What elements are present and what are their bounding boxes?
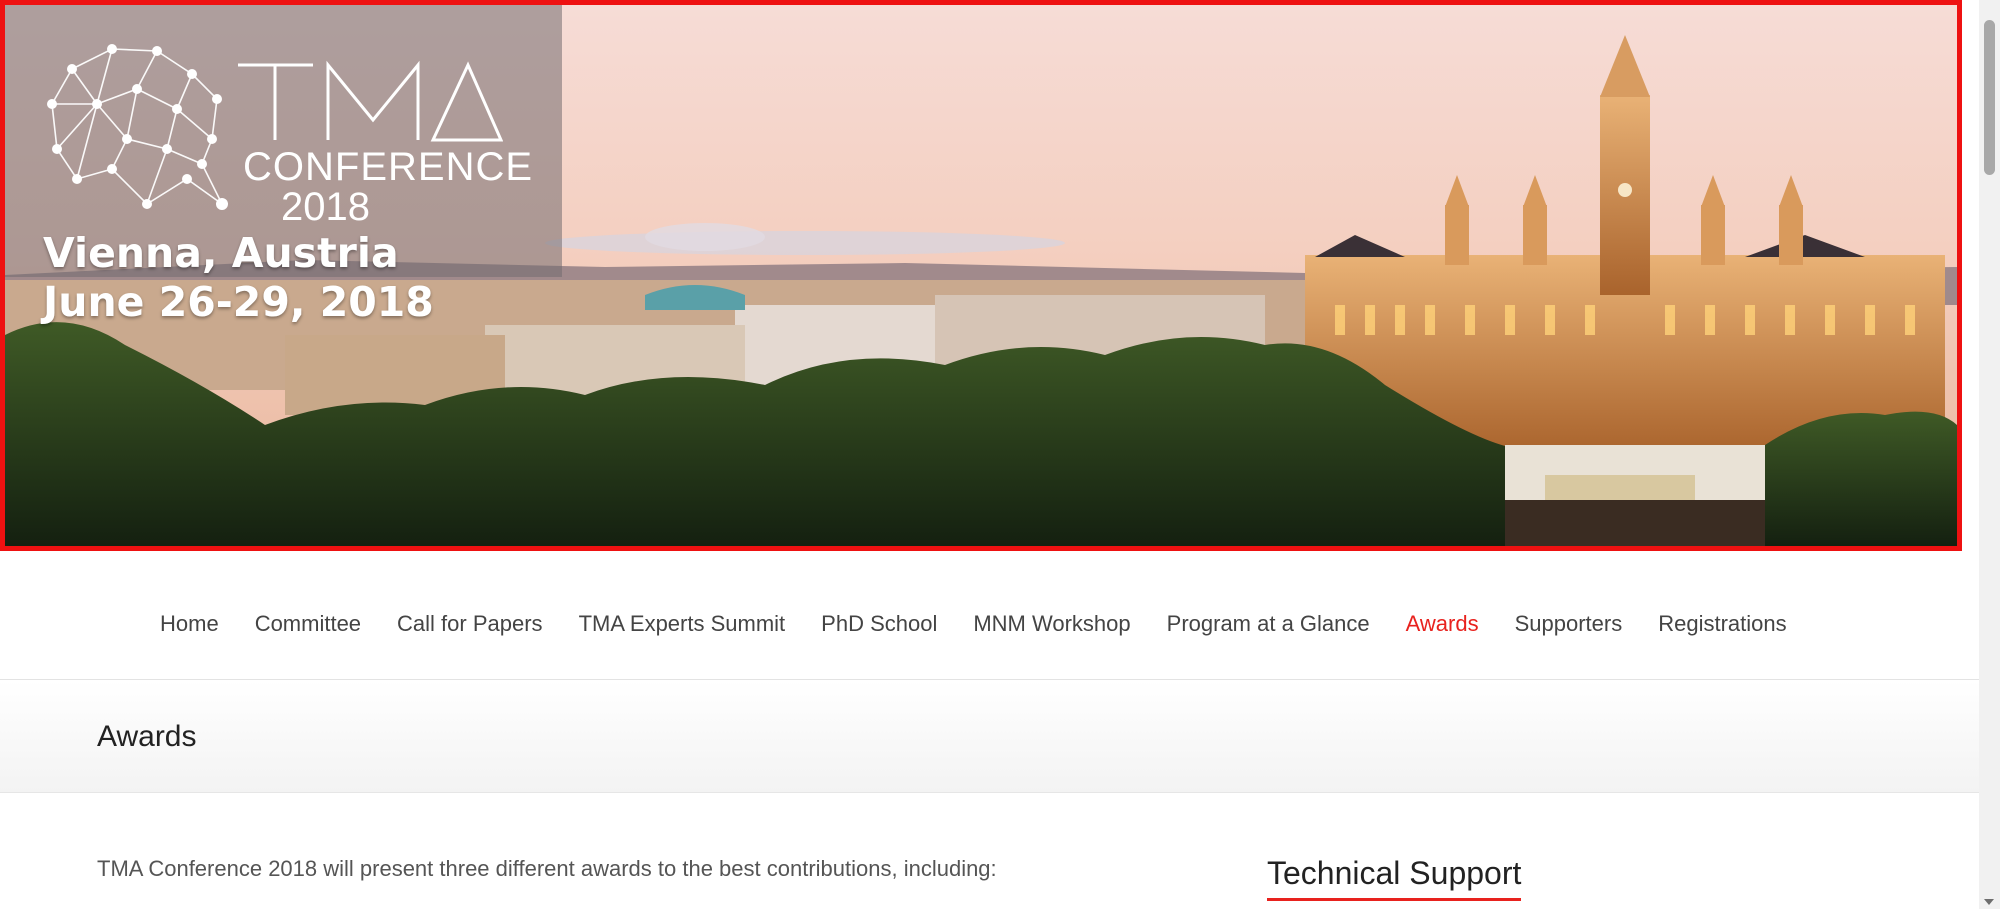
conference-location: Vienna, Austria: [43, 229, 399, 277]
page-scrollbar[interactable]: [1979, 0, 2000, 909]
logo-conference-text: CONFERENCE: [243, 145, 534, 189]
nav-item-phd-school[interactable]: PhD School: [803, 611, 955, 637]
page-title-band: Awards: [0, 680, 1979, 793]
nav-item-registrations[interactable]: Registrations: [1640, 611, 1804, 637]
nav-item-program-at-a-glance[interactable]: Program at a Glance: [1149, 611, 1388, 637]
nav-item-supporters[interactable]: Supporters: [1497, 611, 1641, 637]
nav-item-call-for-papers[interactable]: Call for Papers: [379, 611, 561, 637]
header-banner[interactable]: CONFERENCE 2018 Vienna, Austria June 26-…: [0, 0, 1962, 551]
intro-paragraph: TMA Conference 2018 will present three d…: [97, 856, 997, 881]
nav-item-home[interactable]: Home: [142, 611, 237, 637]
scroll-down-arrow-icon[interactable]: [1984, 899, 1994, 905]
nav-item-mnm-workshop[interactable]: MNM Workshop: [955, 611, 1148, 637]
scrollbar-thumb[interactable]: [1984, 20, 1995, 175]
main-navigation: Home Committee Call for Papers TMA Exper…: [0, 551, 1979, 680]
sidebar-widget-title: Technical Support: [1267, 854, 1522, 902]
tma-logo-wordmark: [238, 60, 503, 142]
brain-network-icon: [47, 44, 228, 210]
conference-dates: June 26-29, 2018: [43, 278, 434, 326]
nav-item-awards[interactable]: Awards: [1388, 611, 1497, 637]
nav-item-tma-experts-summit[interactable]: TMA Experts Summit: [561, 611, 804, 637]
nav-item-committee[interactable]: Committee: [237, 611, 379, 637]
page-title: Awards: [97, 720, 197, 753]
logo-year-text: 2018: [281, 185, 370, 229]
